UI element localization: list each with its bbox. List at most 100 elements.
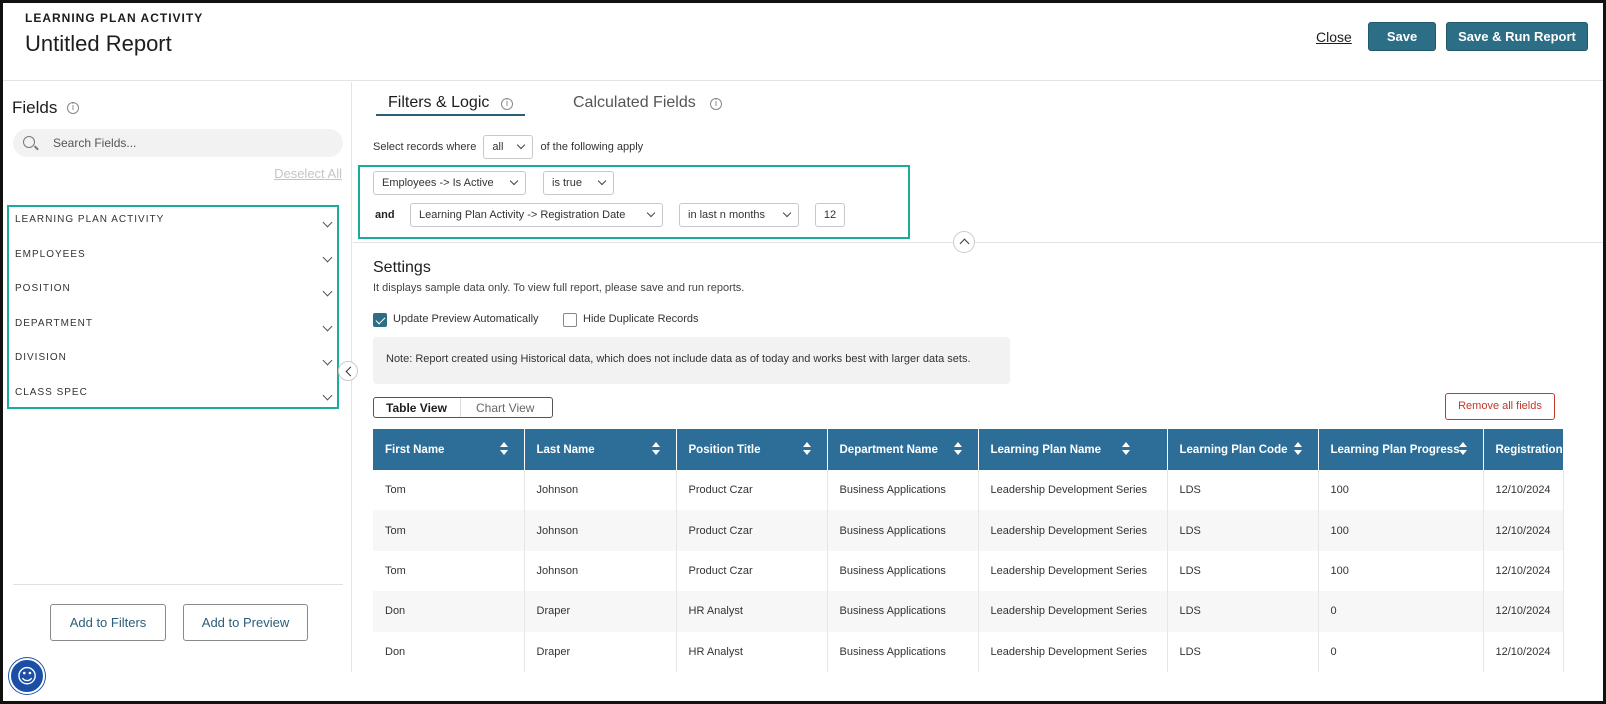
field-groups-list: LEARNING PLAN ACTIVITY EMPLOYEES POSITIO…: [7, 205, 339, 409]
table-cell: Johnson: [524, 510, 677, 551]
chevron-down-icon: [517, 140, 526, 150]
main-panel: Filters & Logic i Calculated Fields i Se…: [353, 82, 1603, 672]
search-input[interactable]: [53, 133, 333, 153]
field-group-employees[interactable]: EMPLOYEES: [9, 242, 337, 277]
column-header[interactable]: Position Title: [676, 429, 828, 470]
column-header[interactable]: Department Name: [827, 429, 979, 470]
table-cell: Johnson: [524, 550, 677, 592]
remove-all-fields-button[interactable]: Remove all fields: [1445, 393, 1555, 420]
field-group-department[interactable]: DEPARTMENT: [9, 311, 337, 346]
search-icon: [23, 136, 35, 148]
settings-subtitle: It displays sample data only. To view fu…: [373, 282, 745, 294]
hide-duplicates-checkbox[interactable]: [563, 313, 577, 327]
save-button[interactable]: Save: [1368, 22, 1436, 51]
filter-field-value: Learning Plan Activity -> Registration D…: [419, 209, 626, 221]
table-cell: 12/10/2024: [1483, 591, 1564, 632]
column-header[interactable]: First Name: [373, 429, 525, 470]
filter-operator-select[interactable]: is true: [543, 171, 614, 195]
field-group-label: DIVISION: [15, 352, 67, 364]
info-icon[interactable]: i: [710, 98, 722, 110]
search-box: [13, 129, 343, 157]
divider: [353, 242, 1603, 243]
divider: [13, 584, 343, 585]
historical-data-note: Note: Report created using Historical da…: [373, 337, 1010, 384]
filter-field-select[interactable]: Employees -> Is Active: [373, 171, 526, 195]
table-cell: Draper: [524, 591, 677, 632]
chevron-down-icon: [646, 208, 656, 218]
chevron-down-icon: [782, 208, 792, 218]
table-cell: HR Analyst: [676, 591, 828, 632]
column-header[interactable]: Registration: [1483, 429, 1564, 470]
table-cell: Business Applications: [827, 510, 979, 551]
column-header[interactable]: Learning Plan Name: [978, 429, 1168, 470]
table-cell: Business Applications: [827, 591, 979, 632]
chevron-down-icon: [509, 176, 519, 186]
accessibility-icon[interactable]: [9, 658, 45, 694]
table-cell: Product Czar: [676, 510, 828, 551]
column-header[interactable]: Learning Plan Code: [1167, 429, 1319, 470]
table-row: Tom Johnson Product Czar Business Applic…: [373, 550, 1564, 592]
table-row: Don Draper HR Analyst Business Applicati…: [373, 631, 1564, 672]
table-cell: LDS: [1167, 550, 1319, 592]
table-cell: LDS: [1167, 631, 1319, 672]
field-group-position[interactable]: POSITION: [9, 276, 337, 311]
field-group-learning-plan-activity[interactable]: LEARNING PLAN ACTIVITY: [9, 207, 337, 242]
add-to-preview-button[interactable]: Add to Preview: [183, 604, 308, 641]
table-cell: HR Analyst: [676, 631, 828, 672]
table-cell: 100: [1318, 470, 1484, 511]
view-toggle: Table View Chart View: [373, 397, 553, 418]
tab-chart-view[interactable]: Chart View: [476, 401, 534, 415]
update-preview-label: Update Preview Automatically: [393, 313, 539, 325]
table-cell: Leadership Development Series: [978, 631, 1168, 672]
match-mode-value: all: [492, 141, 504, 153]
sort-icon: [1458, 442, 1467, 456]
info-icon[interactable]: i: [501, 98, 513, 110]
match-mode-select[interactable]: all: [483, 135, 534, 159]
field-group-class-spec[interactable]: CLASS SPEC: [9, 380, 337, 415]
fields-title: Fields: [12, 98, 58, 117]
sort-icon: [499, 442, 508, 456]
close-link[interactable]: Close: [1316, 29, 1352, 45]
column-header[interactable]: Learning Plan Progress: [1318, 429, 1484, 470]
update-preview-checkbox[interactable]: [373, 313, 387, 327]
sort-icon: [802, 442, 811, 456]
table-cell: Draper: [524, 631, 677, 672]
info-icon[interactable]: i: [67, 102, 79, 114]
table-cell: Johnson: [524, 470, 677, 511]
match-prefix: Select records where: [373, 140, 477, 153]
tab-filters-logic[interactable]: Filters & Logic: [388, 94, 489, 112]
filter-value-input[interactable]: 12: [815, 203, 845, 227]
chevron-down-icon: [322, 321, 333, 332]
match-selector-row: Select records where all of the followin…: [373, 135, 643, 159]
column-header[interactable]: Last Name: [524, 429, 677, 470]
divider: [460, 398, 461, 417]
filter-field-select[interactable]: Learning Plan Activity -> Registration D…: [410, 203, 663, 227]
filter-conditions: Employees -> Is Active is true and Learn…: [358, 165, 910, 239]
chevron-down-icon: [322, 286, 333, 297]
table-cell: Tom: [373, 510, 525, 551]
deselect-all-link[interactable]: Deselect All: [274, 166, 342, 181]
table-cell: Product Czar: [676, 550, 828, 592]
chevron-up-icon[interactable]: [953, 231, 975, 253]
tab-calculated-fields[interactable]: Calculated Fields: [573, 94, 696, 112]
table-cell: 12/10/2024: [1483, 470, 1564, 511]
fields-sidebar: Fields i Deselect All LEARNING PLAN ACTI…: [3, 82, 358, 672]
table-row: Tom Johnson Product Czar Business Applic…: [373, 510, 1564, 551]
sort-icon: [651, 442, 660, 456]
active-tab-indicator: [376, 114, 525, 116]
table-cell: 12/10/2024: [1483, 510, 1564, 551]
tab-table-view[interactable]: Table View: [386, 401, 447, 415]
save-run-report-button[interactable]: Save & Run Report: [1446, 22, 1588, 51]
table-cell: Don: [373, 631, 525, 672]
hide-duplicates-label: Hide Duplicate Records: [583, 313, 699, 325]
sort-icon: [953, 442, 962, 456]
table-row: Tom Johnson Product Czar Business Applic…: [373, 470, 1564, 511]
add-to-filters-button[interactable]: Add to Filters: [50, 604, 166, 641]
field-group-division[interactable]: DIVISION: [9, 345, 337, 380]
chevron-down-icon: [322, 217, 333, 228]
filter-operator-select[interactable]: in last n months: [679, 203, 799, 227]
page-title[interactable]: Untitled Report: [25, 31, 172, 57]
table-cell: LDS: [1167, 470, 1319, 511]
match-suffix: of the following apply: [540, 140, 644, 153]
field-group-label: CLASS SPEC: [15, 386, 88, 398]
